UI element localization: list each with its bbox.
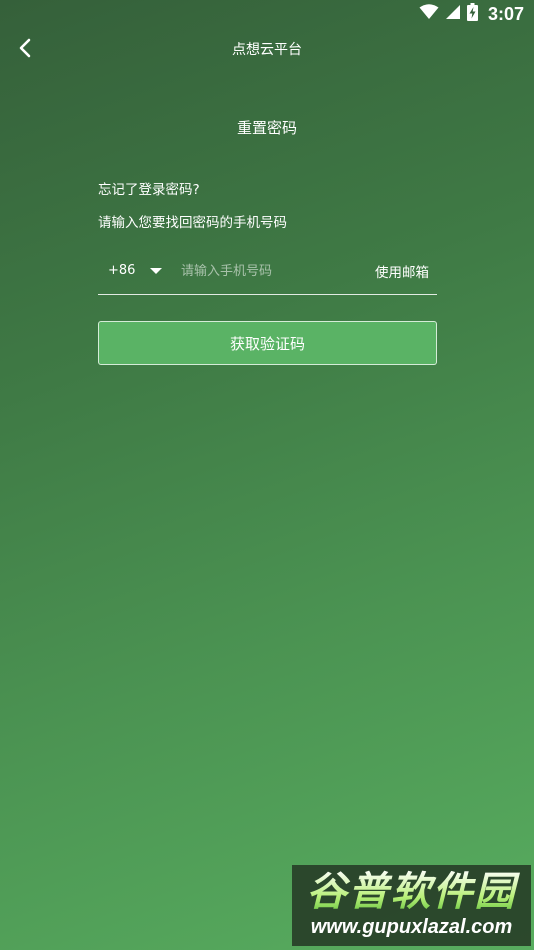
phone-number-input[interactable] xyxy=(181,258,351,284)
battery-charging-icon xyxy=(466,3,478,25)
page-title: 重置密码 xyxy=(236,119,297,137)
app-bar: 点想云平台 xyxy=(0,28,534,72)
get-verification-code-button[interactable]: 获取验证码 xyxy=(98,321,437,365)
phone-input-row: +86 使用邮箱 xyxy=(98,250,437,295)
signal-icon xyxy=(445,4,461,24)
status-bar: 3:07 xyxy=(0,0,534,28)
watermark-logo: 谷普软件园 xyxy=(298,869,525,915)
country-code-value: +86 xyxy=(108,263,136,278)
caret-down-icon xyxy=(150,267,163,274)
app-title: 点想云平台 xyxy=(232,42,302,58)
status-icons: 3:07 xyxy=(419,3,524,25)
status-time: 3:07 xyxy=(487,3,524,24)
wifi-icon xyxy=(419,4,439,24)
watermark-url: www.gupuxlazal.com xyxy=(310,916,513,938)
reset-password-screen: 3:07 点想云平台 重置密码 忘记了登录密码? 请输入您要找回密码的手机号码 … xyxy=(0,0,534,950)
use-email-link[interactable]: 使用邮箱 xyxy=(375,261,429,281)
country-code-selector[interactable]: +86 xyxy=(108,263,163,278)
instruction-text: 请输入您要找回密码的手机号码 xyxy=(98,215,287,231)
watermark: 谷普软件园 www.gupuxlazal.com xyxy=(292,865,531,946)
forgot-password-question: 忘记了登录密码? xyxy=(98,182,200,198)
